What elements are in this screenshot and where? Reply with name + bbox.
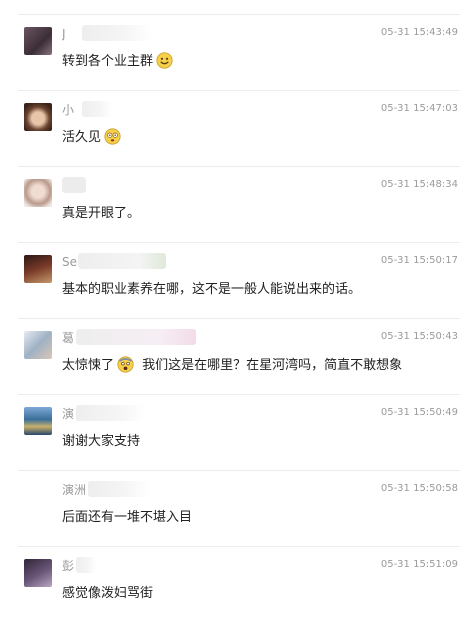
comment-text-body: 太惊悚了: [62, 358, 115, 373]
comment-text: 谢谢大家支持: [62, 434, 141, 449]
comment-time: 05-31 15:50:17: [380, 255, 458, 266]
comment-time: 05-31 15:50:49: [380, 407, 458, 418]
comment-text: 活久见: [62, 128, 121, 148]
blurred-name: [62, 177, 86, 193]
comment-item: 05-31 15:48:34 真是开眼了。: [18, 167, 460, 243]
avatar[interactable]: [24, 559, 52, 587]
avatar[interactable]: [24, 179, 52, 207]
comment-text-continued: 我们这是在哪里？在星河湾吗，简直不敢想象: [142, 358, 403, 373]
dizzy-emoji-icon: [104, 128, 121, 145]
comment-text: 感觉像泼妇骂街: [62, 586, 154, 601]
avatar[interactable]: [24, 407, 52, 435]
comment-time: 05-31 15:47:03: [380, 103, 458, 114]
comment-item: 葛 05-31 15:50:43 太惊悚了 我们这是在哪里？在星河湾吗，简直不敢…: [18, 319, 460, 395]
comment-text: 太惊悚了 我们这是在哪里？在星河湾吗，简直不敢想象: [62, 356, 402, 376]
comment-time: 05-31 15:43:49: [380, 27, 458, 38]
avatar[interactable]: [24, 27, 52, 55]
blurred-name: [76, 405, 146, 421]
blurred-name: [76, 329, 196, 345]
blurred-name: [88, 481, 150, 497]
comment-item: 彭 05-31 15:51:09 感觉像泼妇骂街: [18, 547, 460, 622]
comment-item: 演洲 05-31 15:50:58 后面还有一堆不堪入目: [18, 471, 460, 547]
comment-time: 05-31 15:51:09: [380, 559, 458, 570]
blurred-name: [76, 557, 96, 573]
comment-time: 05-31 15:48:34: [380, 179, 458, 190]
blurred-name: [82, 25, 152, 41]
comment-item: 小 05-31 15:47:03 活久见: [18, 91, 460, 167]
scared-emoji-icon: [117, 356, 134, 373]
comment-text-body: 活久见: [62, 130, 102, 145]
comment-time: 05-31 15:50:43: [380, 331, 458, 342]
comment-time: 05-31 15:50:58: [380, 483, 458, 494]
smile-emoji-icon: [156, 52, 173, 69]
comment-item: Se 05-31 15:50:17 基本的职业素养在哪，这不是一般人能说出来的话…: [18, 243, 460, 319]
comment-text-body: 转到各个业主群: [62, 54, 154, 69]
blurred-name: [78, 253, 166, 269]
avatar[interactable]: [24, 103, 52, 131]
blurred-name: [82, 101, 112, 117]
comment-list: J 05-31 15:43:49 转到各个业主群 小 05-31 15:47:0…: [0, 15, 474, 622]
avatar[interactable]: [24, 331, 52, 359]
comment-text: 转到各个业主群: [62, 52, 173, 72]
avatar[interactable]: [24, 255, 52, 283]
comment-text: 基本的职业素养在哪，这不是一般人能说出来的话。: [62, 282, 362, 297]
comment-text: 真是开眼了。: [62, 206, 141, 221]
comment-item: J 05-31 15:43:49 转到各个业主群: [18, 15, 460, 91]
comment-text: 后面还有一堆不堪入目: [62, 510, 193, 525]
comment-item: 演 05-31 15:50:49 谢谢大家支持: [18, 395, 460, 471]
